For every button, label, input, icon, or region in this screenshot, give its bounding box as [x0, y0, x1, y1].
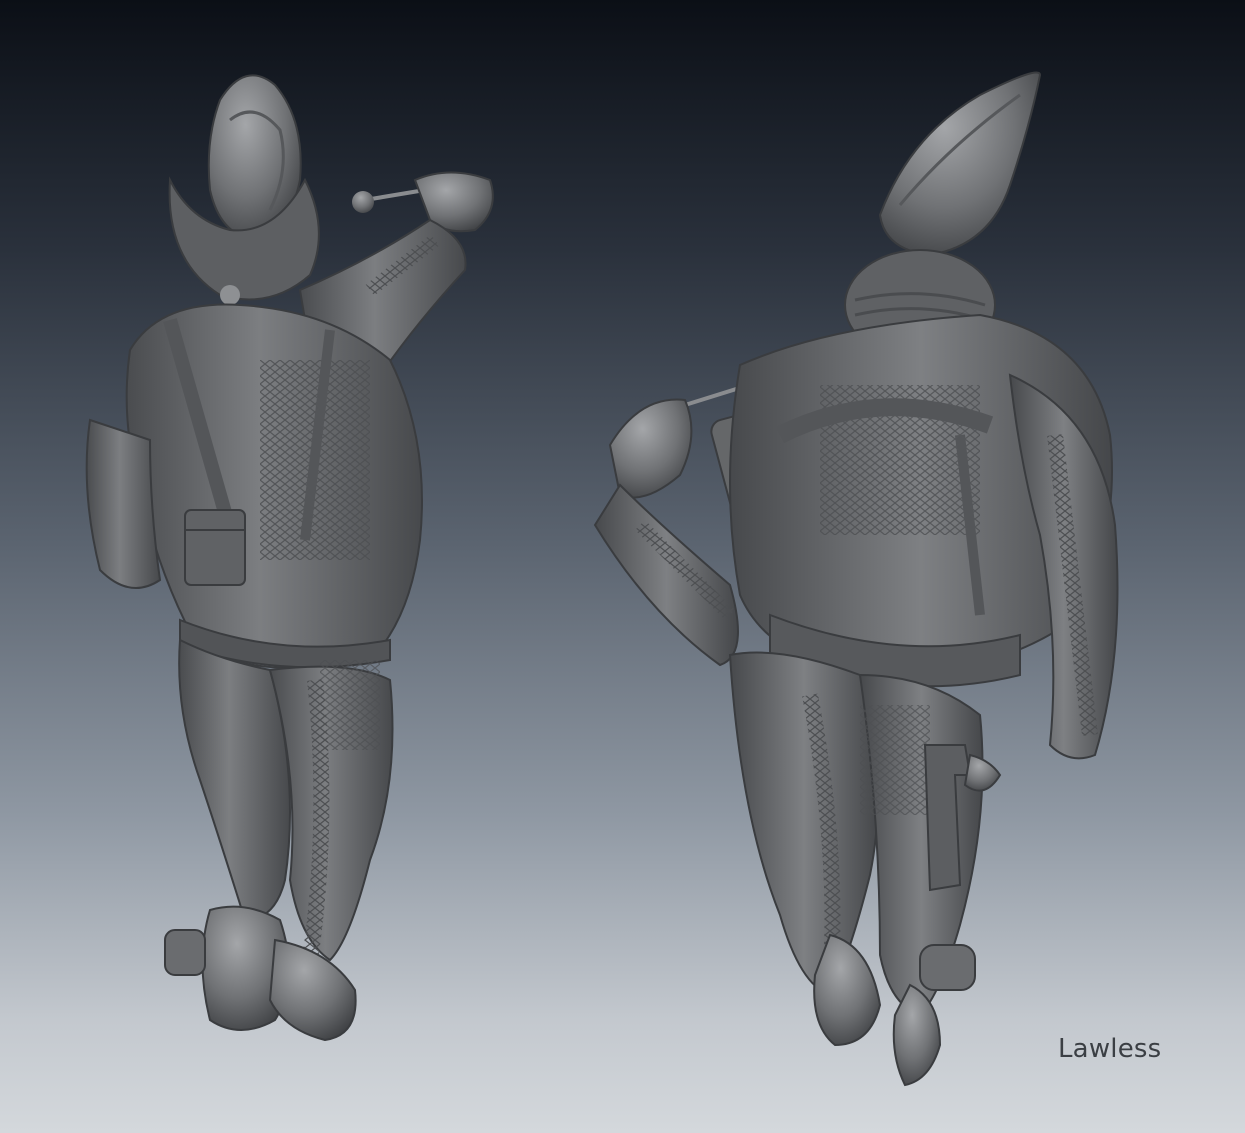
- artist-signature: Lawless: [1058, 1034, 1162, 1064]
- render-canvas: Lawless: [0, 0, 1245, 1133]
- character-sculpt-front-view: [70, 60, 510, 1100]
- character-sculpt-back-view: [580, 55, 1140, 1105]
